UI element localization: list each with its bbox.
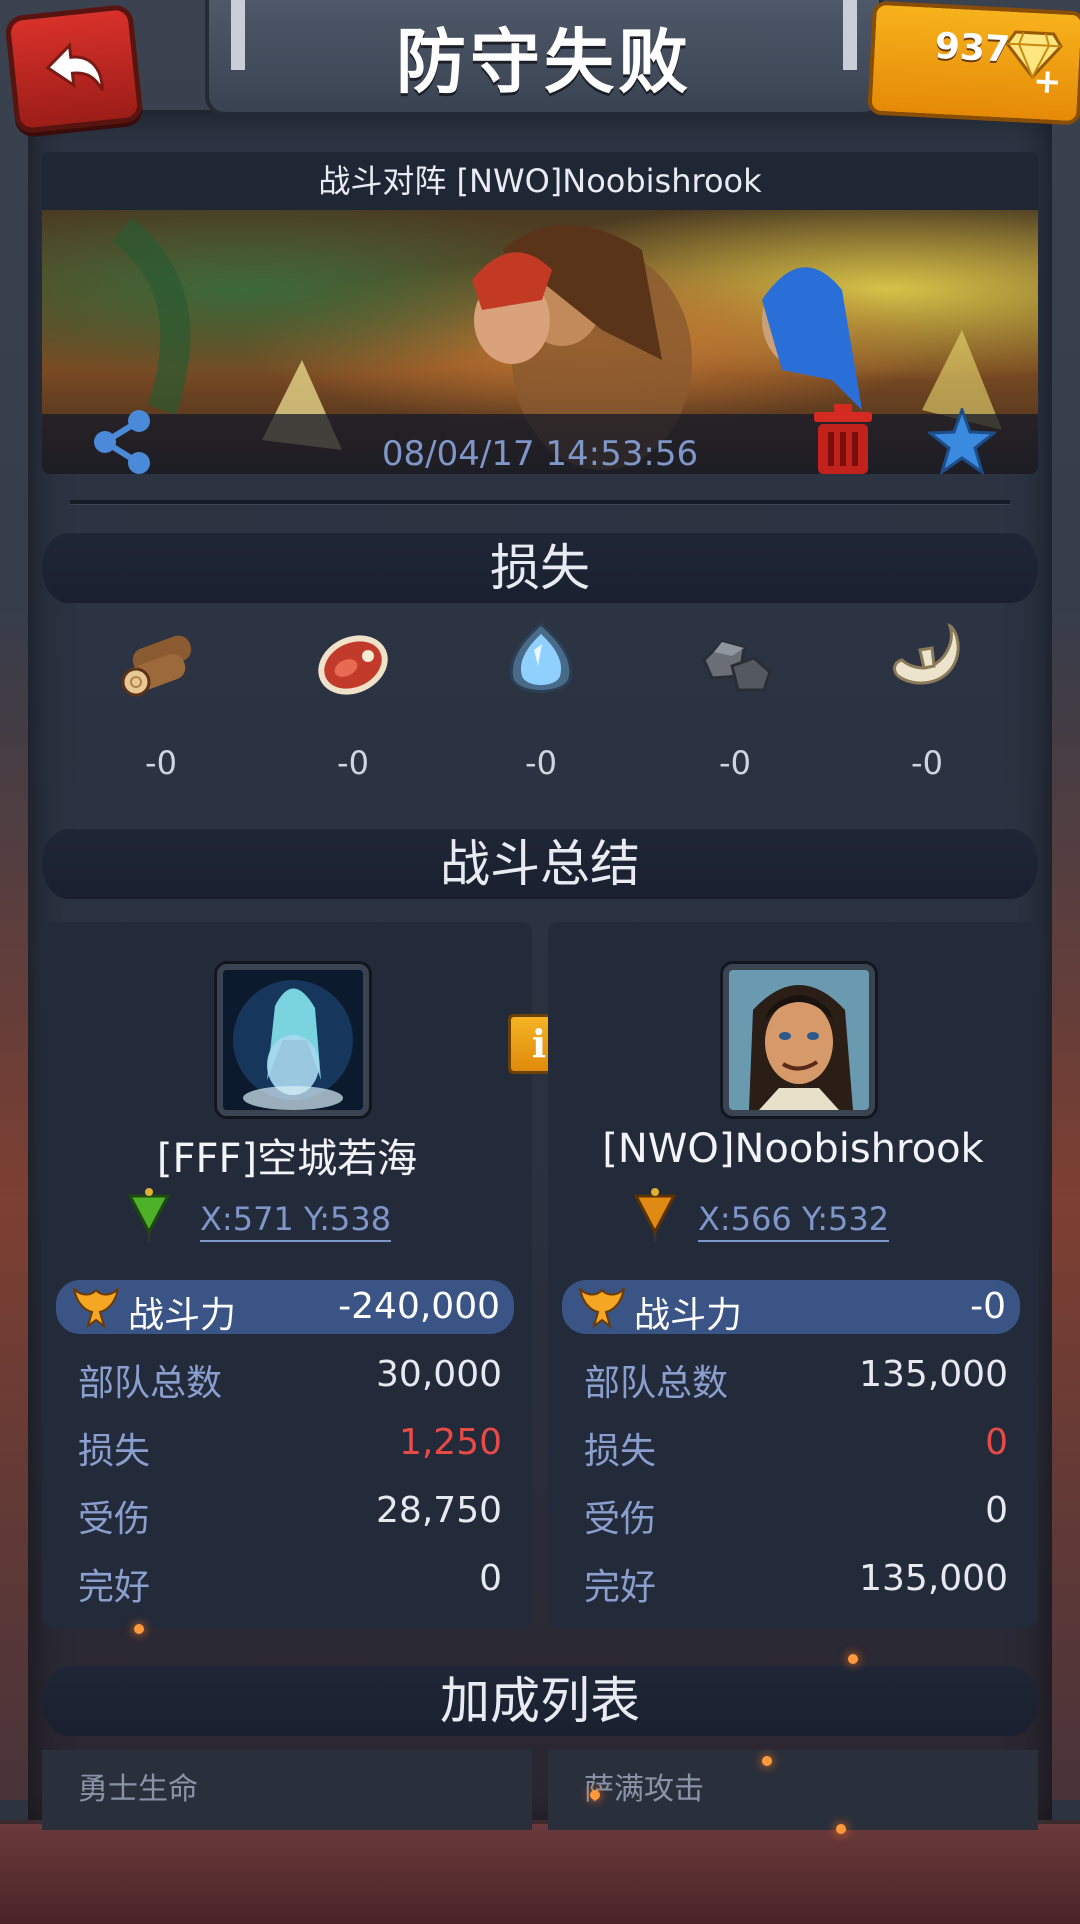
- page-title: 防守失败: [396, 20, 692, 103]
- bonus-item: 萨满攻击: [548, 1750, 1038, 1830]
- title-plate: 防守失败: [205, 0, 883, 116]
- defender-loss-row: 损失 1,250: [78, 1422, 502, 1472]
- orange-flag-icon: [633, 1188, 677, 1242]
- ember-particle: [762, 1756, 772, 1766]
- gem-count: 937: [933, 25, 1011, 71]
- add-gems-icon: +: [1032, 61, 1063, 103]
- bone-icon: [893, 623, 960, 685]
- defender-wounded-row: 受伤 28,750: [78, 1490, 502, 1540]
- defender-power-label: 战斗力: [128, 1295, 237, 1336]
- resource-meat: -0: [288, 620, 418, 782]
- green-flag-icon: [127, 1188, 171, 1242]
- defender-intact-row: 完好 0: [78, 1558, 502, 1608]
- crystal-loss: -0: [525, 744, 557, 782]
- attacker-name: [NWO]Noobishrook: [602, 1126, 984, 1172]
- defender-portrait-icon: [223, 970, 363, 1110]
- resource-stone: -0: [670, 620, 800, 782]
- bottom-frame: [0, 1820, 1080, 1924]
- defender-power-bar: 战斗力 -240,000: [56, 1280, 514, 1336]
- defender-name: [FFF]空城若海: [156, 1136, 418, 1182]
- bonus-item: 勇士生命: [42, 1750, 532, 1830]
- attacker-total-row: 部队总数 135,000: [584, 1354, 1008, 1404]
- right-ember-glow: [1050, 600, 1080, 1800]
- attacker-loss-row: 损失 0: [584, 1422, 1008, 1472]
- defender-avatar[interactable]: [217, 964, 369, 1116]
- gem-balance-button[interactable]: 937 +: [867, 0, 1080, 126]
- favorite-star-icon[interactable]: [928, 408, 996, 474]
- defender-power-value: -240,000: [338, 1286, 500, 1327]
- phoenix-icon: [579, 1287, 625, 1329]
- wood-loss: -0: [145, 744, 177, 782]
- ember-particle: [848, 1654, 858, 1664]
- defender-coords-link[interactable]: X:571 Y:538: [200, 1200, 392, 1242]
- divider: [70, 500, 1010, 505]
- attacker-avatar[interactable]: [723, 964, 875, 1116]
- battle-datetime: 08/04/17 14:53:56: [381, 434, 699, 474]
- ember-particle: [134, 1624, 144, 1634]
- stone-loss: -0: [719, 744, 751, 782]
- ember-particle: [836, 1824, 846, 1834]
- losses-header: 损失: [42, 533, 1038, 603]
- battle-title: 战斗对阵 [NWO]Noobishrook: [42, 152, 1038, 210]
- attacker-wounded-row: 受伤 0: [584, 1490, 1008, 1540]
- battle-banner: 战斗对阵 [NWO]Noobishrook 08/04/17 14:53:56: [42, 152, 1038, 474]
- crystal-icon: [509, 622, 573, 693]
- back-arrow-icon: [45, 41, 104, 91]
- defender-total-row: 部队总数 30,000: [78, 1354, 502, 1404]
- attacker-coords-link[interactable]: X:566 Y:532: [698, 1200, 890, 1242]
- left-ember-glow: [0, 600, 30, 1800]
- meat-icon: [318, 635, 388, 695]
- attacker-power-bar: 战斗力 -0: [562, 1280, 1020, 1336]
- attacker-panel: [NWO]Noobishrook X:566 Y:532 战斗力 -0 部队总数…: [548, 922, 1038, 1628]
- attacker-power-value: -0: [970, 1286, 1006, 1327]
- attacker-intact-row: 完好 135,000: [584, 1558, 1008, 1608]
- wood-icon: [121, 635, 192, 697]
- resource-bone: -0: [862, 620, 992, 782]
- summary-header: 战斗总结: [42, 829, 1038, 899]
- back-button[interactable]: [4, 3, 144, 135]
- meat-loss: -0: [337, 744, 369, 782]
- ember-particle: [590, 1790, 600, 1800]
- resource-wood: -0: [96, 620, 226, 782]
- stone-icon: [702, 640, 772, 692]
- phoenix-icon: [73, 1287, 119, 1329]
- bone-loss: -0: [911, 744, 943, 782]
- attacker-power-label: 战斗力: [634, 1295, 743, 1336]
- resource-crystal: -0: [476, 620, 606, 782]
- bonus-header: 加成列表: [42, 1666, 1038, 1736]
- attacker-portrait-icon: [729, 970, 869, 1110]
- delete-trash-icon[interactable]: [810, 402, 876, 474]
- defender-panel: [FFF]空城若海 X:571 Y:538 战斗力 -240,000 部队总数 …: [42, 922, 532, 1628]
